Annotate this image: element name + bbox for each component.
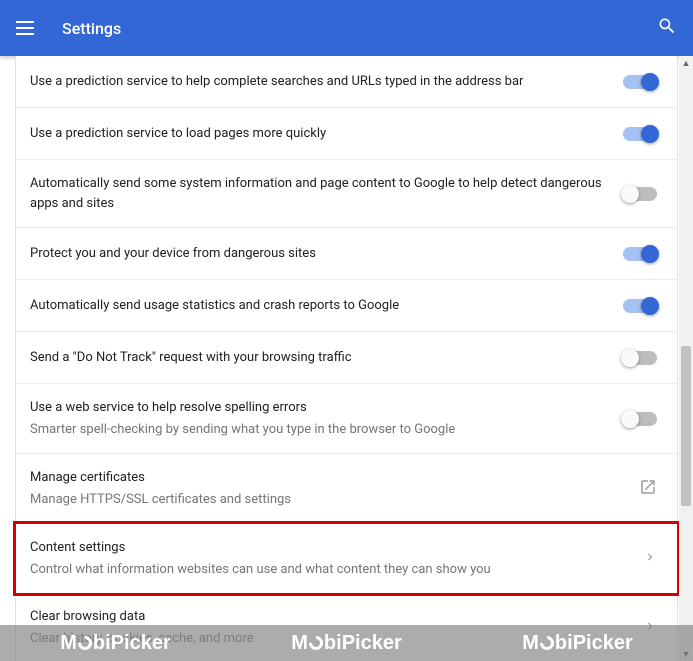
row-text: Protect you and your device from dangero… <box>30 244 623 264</box>
row-text: Manage certificatesManage HTTPS/SSL cert… <box>30 468 639 509</box>
settings-scroll-area[interactable]: Use a prediction service to help complet… <box>0 56 693 661</box>
row-text: Use a web service to help resolve spelli… <box>30 398 623 439</box>
row-title: Automatically send some system informati… <box>30 174 611 213</box>
row-title: Manage certificates <box>30 468 627 488</box>
row-text: Content settingsControl what information… <box>30 538 643 579</box>
settings-row[interactable]: Clear browsing dataClear history, cookie… <box>16 593 677 661</box>
app-header: Settings <box>0 0 693 56</box>
row-title: Clear browsing data <box>30 607 631 627</box>
row-title: Send a "Do Not Track" request with your … <box>30 348 611 368</box>
settings-row[interactable]: Use a web service to help resolve spelli… <box>16 384 677 454</box>
scroll-down-icon[interactable]: ▼ <box>679 647 693 661</box>
row-subtitle: Clear history, cookies, cache, and more <box>30 629 631 649</box>
settings-row[interactable]: Manage certificatesManage HTTPS/SSL cert… <box>16 454 677 524</box>
toggle-switch[interactable] <box>623 247 657 261</box>
toggle-switch[interactable] <box>623 412 657 426</box>
settings-row[interactable]: Automatically send usage statistics and … <box>16 280 677 332</box>
row-text: Send a "Do Not Track" request with your … <box>30 348 623 368</box>
row-title: Protect you and your device from dangero… <box>30 244 611 264</box>
page-title: Settings <box>62 19 657 38</box>
toggle-switch[interactable] <box>623 351 657 365</box>
settings-row[interactable]: Content settingsControl what information… <box>13 521 680 596</box>
settings-row[interactable]: Send a "Do Not Track" request with your … <box>16 332 677 384</box>
toggle-switch[interactable] <box>623 187 657 201</box>
row-text: Automatically send some system informati… <box>30 174 623 213</box>
row-title: Use a web service to help resolve spelli… <box>30 398 611 418</box>
row-text: Use a prediction service to help complet… <box>30 72 623 92</box>
row-text: Use a prediction service to load pages m… <box>30 124 623 144</box>
row-text: Automatically send usage statistics and … <box>30 296 623 316</box>
row-title: Use a prediction service to help complet… <box>30 72 611 92</box>
scroll-up-icon[interactable]: ▲ <box>679 56 693 70</box>
toggle-switch[interactable] <box>623 299 657 313</box>
settings-row[interactable]: Automatically send some system informati… <box>16 160 677 228</box>
search-icon[interactable] <box>657 16 677 40</box>
row-subtitle: Control what information websites can us… <box>30 560 631 580</box>
chevron-right-icon <box>643 618 657 637</box>
row-subtitle: Smarter spell-checking by sending what y… <box>30 420 611 440</box>
scrollbar[interactable]: ▲ ▼ <box>679 56 693 661</box>
settings-row[interactable]: Protect you and your device from dangero… <box>16 228 677 280</box>
scroll-thumb[interactable] <box>681 346 691 506</box>
chevron-right-icon <box>643 549 657 568</box>
row-text: Clear browsing dataClear history, cookie… <box>30 607 643 648</box>
row-title: Content settings <box>30 538 631 558</box>
row-title: Use a prediction service to load pages m… <box>30 124 611 144</box>
external-link-icon[interactable] <box>639 478 657 500</box>
row-title: Automatically send usage statistics and … <box>30 296 611 316</box>
settings-row[interactable]: Use a prediction service to load pages m… <box>16 108 677 160</box>
settings-row[interactable]: Use a prediction service to help complet… <box>16 56 677 108</box>
hamburger-icon[interactable] <box>16 16 40 40</box>
row-subtitle: Manage HTTPS/SSL certificates and settin… <box>30 490 627 510</box>
toggle-switch[interactable] <box>623 127 657 141</box>
toggle-switch[interactable] <box>623 75 657 89</box>
